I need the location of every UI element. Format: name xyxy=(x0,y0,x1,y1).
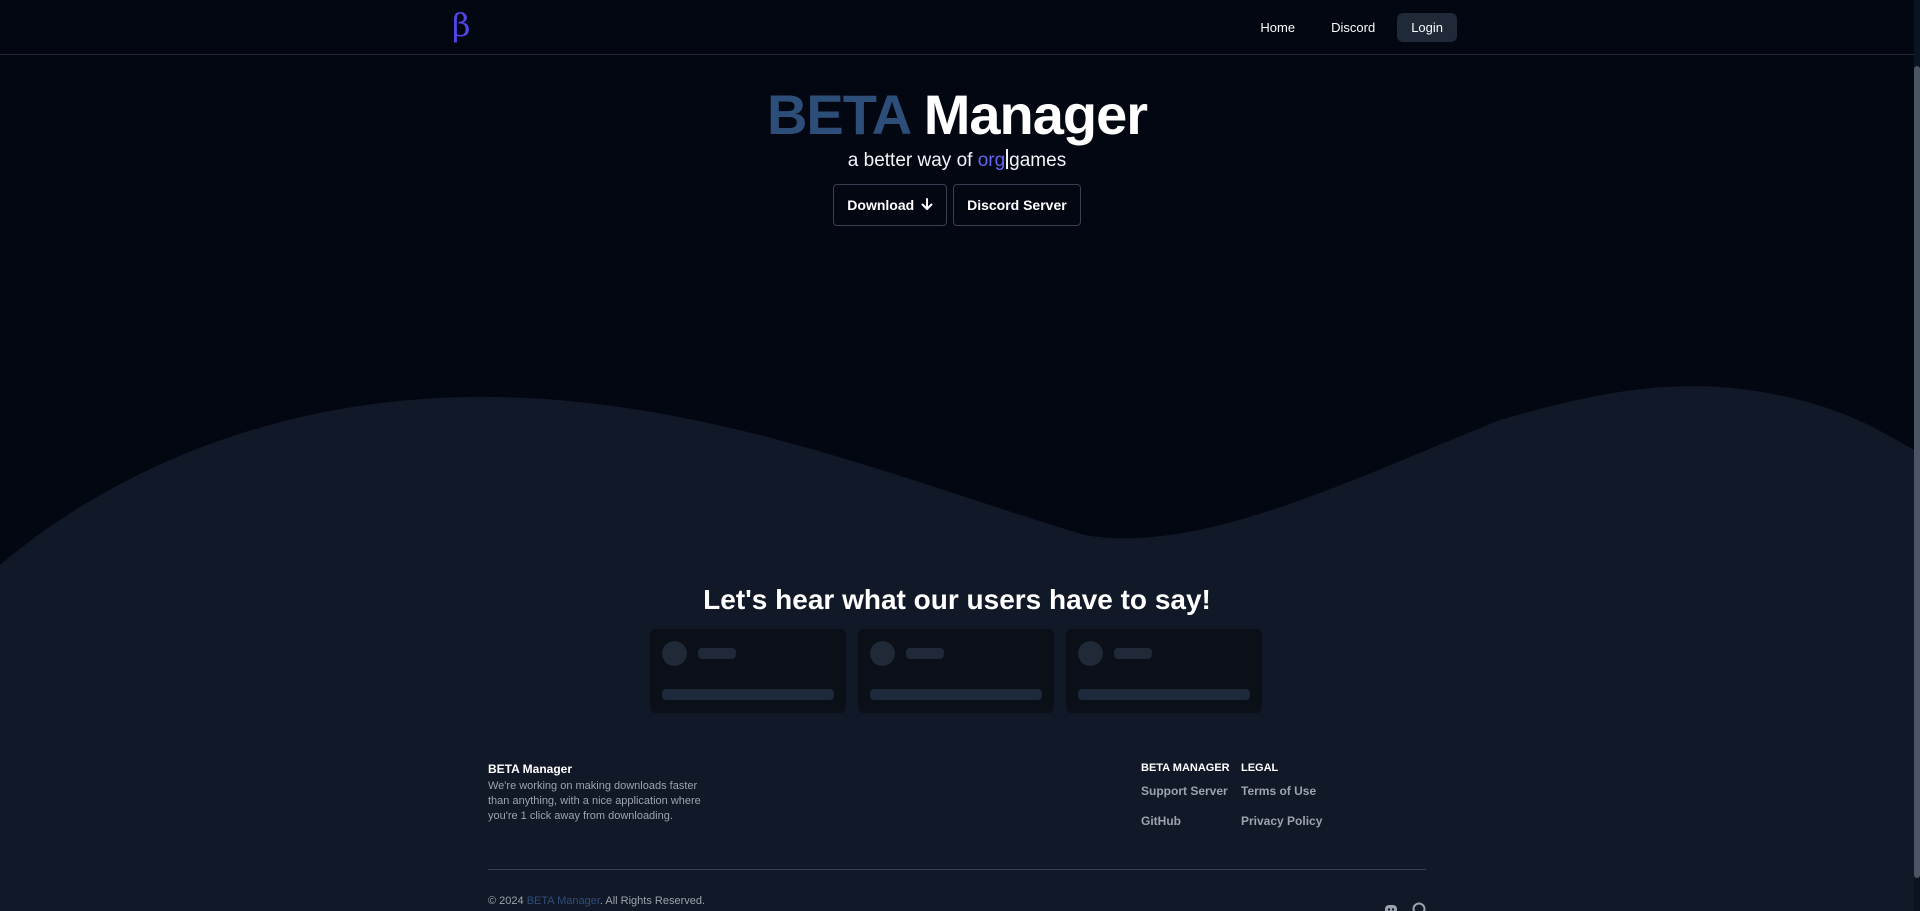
discord-server-button[interactable]: Discord Server xyxy=(953,184,1081,226)
footer-link-terms[interactable]: Terms of Use xyxy=(1241,784,1322,814)
copyright-brand-link[interactable]: BETA Manager xyxy=(527,895,600,907)
name-placeholder xyxy=(906,648,944,659)
hero-title-beta: BETA xyxy=(766,83,910,146)
discord-icon[interactable] xyxy=(1384,902,1398,911)
typing-caret xyxy=(1006,149,1009,169)
footer-link-privacy[interactable]: Privacy Policy xyxy=(1241,814,1322,844)
footer-brand: BETA Manager xyxy=(488,762,573,776)
page-scrollbar[interactable] xyxy=(1914,0,1920,911)
footer-description: We're working on making downloads faster… xyxy=(488,780,701,822)
nav-discord[interactable]: Discord xyxy=(1317,13,1389,42)
top-nav: Home Discord Login xyxy=(1246,13,1457,42)
footer-col-beta-manager: BETA MANAGER Support Server GitHub xyxy=(1141,762,1230,844)
copyright-suffix: . All Rights Reserved. xyxy=(599,895,706,907)
text-placeholder xyxy=(1078,689,1250,700)
hero-subtitle: a better way of org games xyxy=(0,149,1914,172)
arrow-down-icon xyxy=(921,198,933,210)
text-placeholder xyxy=(662,689,834,700)
site-header: β Home Discord Login xyxy=(0,0,1914,55)
copyright-prefix: © 2024 xyxy=(488,895,527,907)
beta-logo[interactable]: β xyxy=(452,6,471,44)
name-placeholder xyxy=(698,648,736,659)
github-icon[interactable] xyxy=(1412,902,1426,911)
download-button-label: Download xyxy=(847,197,915,213)
text-placeholder xyxy=(870,689,1042,700)
avatar-placeholder xyxy=(870,641,895,666)
testimonial-card-placeholder xyxy=(1066,629,1262,713)
footer-col-heading: BETA MANAGER xyxy=(1141,762,1230,774)
testimonial-card-placeholder xyxy=(858,629,1054,713)
nav-login[interactable]: Login xyxy=(1397,13,1457,42)
hero-title-manager: Manager xyxy=(923,83,1148,146)
nav-home[interactable]: Home xyxy=(1246,13,1309,42)
hero-subtitle-prefix: a better way of xyxy=(847,150,978,171)
footer-divider xyxy=(488,869,1426,870)
footer-col-legal: LEGAL Terms of Use Privacy Policy xyxy=(1241,762,1322,844)
testimonials-title: Let's hear what our users have to say! xyxy=(703,584,1211,615)
hero-actions: Download Discord Server xyxy=(0,184,1914,226)
hero-subtitle-suffix: games xyxy=(1009,150,1067,171)
footer-link-support-server[interactable]: Support Server xyxy=(1141,784,1230,814)
scrollbar-thumb[interactable] xyxy=(1914,66,1920,878)
hero-title: BETA Manager xyxy=(0,82,1914,147)
testimonial-card-placeholder xyxy=(650,629,846,713)
avatar-placeholder xyxy=(662,641,687,666)
footer-link-github[interactable]: GitHub xyxy=(1141,814,1230,844)
testimonial-cards xyxy=(650,629,1262,713)
download-button[interactable]: Download xyxy=(833,184,948,226)
copyright: © 2024 BETA Manager. All Rights Reserved… xyxy=(488,895,705,907)
footer-col-heading: LEGAL xyxy=(1241,762,1279,774)
name-placeholder xyxy=(1114,648,1152,659)
hero-subtitle-accent: org xyxy=(977,150,1006,171)
avatar-placeholder xyxy=(1078,641,1103,666)
